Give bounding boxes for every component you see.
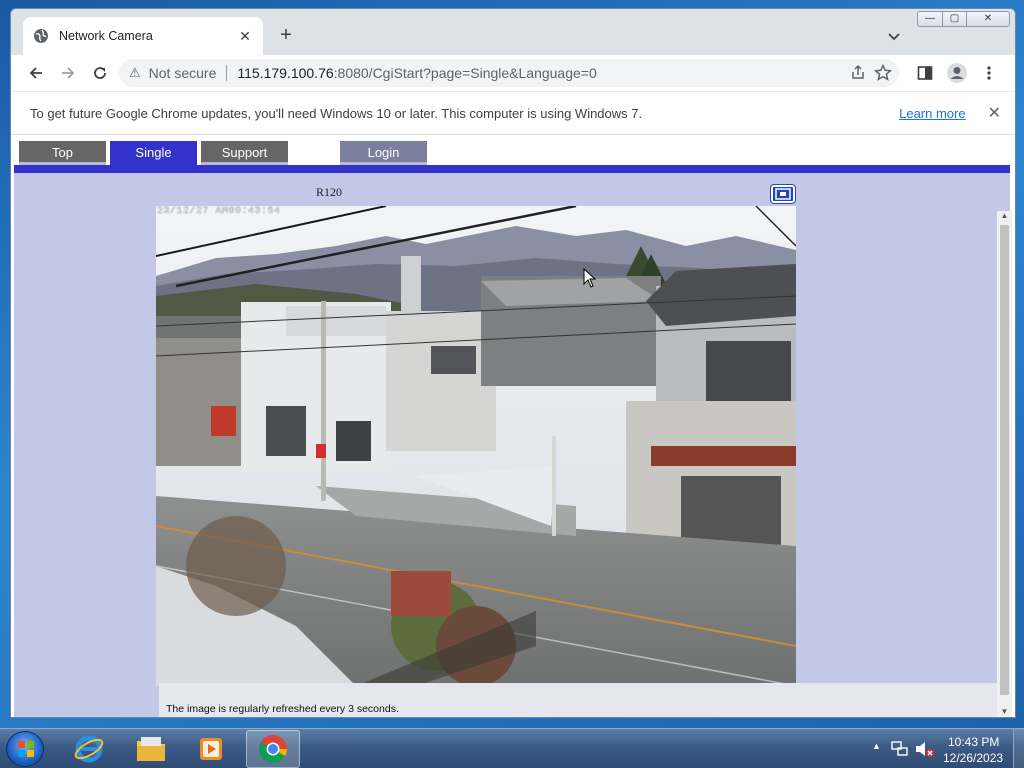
arrow-right-icon — [62, 67, 75, 79]
camera-content: R120 23/12/27 AM09:43:54 The image is re… — [14, 173, 1012, 717]
show-desktop-button[interactable] — [1013, 729, 1024, 768]
omnibox-separator — [226, 65, 228, 81]
fullscreen-icon — [775, 188, 791, 200]
scroll-down-icon[interactable]: ▼ — [997, 707, 1012, 716]
infobar-message: To get future Google Chrome updates, you… — [30, 105, 643, 121]
menu-button[interactable] — [975, 59, 1003, 87]
kebab-menu-icon — [987, 66, 991, 80]
windows-logo-icon — [18, 741, 34, 757]
tab-title: Network Camera — [59, 29, 153, 43]
back-button[interactable] — [22, 59, 50, 87]
share-icon[interactable] — [849, 63, 869, 83]
security-label[interactable]: Not secure — [149, 65, 217, 81]
clock-time[interactable]: 10:43 PM — [948, 735, 999, 749]
tray-expand-icon[interactable]: ▲ — [872, 741, 881, 751]
camera-scene — [156, 206, 796, 686]
scroll-up-icon[interactable]: ▲ — [997, 211, 1012, 220]
internet-explorer-icon — [74, 735, 104, 763]
infobar-close-icon[interactable]: ✕ — [988, 103, 1001, 123]
arrow-left-icon — [29, 67, 42, 79]
profile-button[interactable] — [943, 59, 971, 87]
taskbar-ie[interactable] — [62, 730, 116, 768]
browser-toolbar: ⚠ Not secure 115.179.100.76:8080/CgiStar… — [11, 55, 1015, 91]
warning-triangle-icon[interactable]: ⚠ — [129, 65, 141, 81]
nav-tab-top[interactable]: Top — [19, 141, 106, 165]
mouse-cursor-icon — [583, 268, 597, 288]
camera-page: Top Single Support Login R120 23/12/27 A… — [11, 135, 1015, 717]
network-icon[interactable] — [890, 739, 910, 759]
update-infobar: To get future Google Chrome updates, you… — [11, 91, 1015, 135]
folder-icon — [137, 737, 165, 761]
learn-more-link[interactable]: Learn more — [899, 106, 965, 121]
chrome-window: Network Camera ✕ + — ▢ ✕ ⚠ Not secure 11… — [10, 8, 1016, 718]
fullscreen-button[interactable] — [770, 184, 796, 204]
close-window-button[interactable]: ✕ — [966, 11, 1010, 27]
chevron-down-icon[interactable] — [883, 25, 905, 47]
maximize-button[interactable]: ▢ — [942, 11, 967, 27]
url-host: 115.179.100.76 — [237, 65, 334, 81]
refresh-note: The image is regularly refreshed every 3… — [166, 703, 399, 715]
camera-live-image[interactable]: 23/12/27 AM09:43:54 — [156, 206, 796, 686]
title-bar: Network Camera ✕ + — ▢ ✕ — [11, 9, 1015, 55]
start-button[interactable] — [6, 731, 44, 767]
media-player-icon — [200, 738, 222, 760]
volume-muted-icon[interactable] — [914, 739, 936, 759]
scroll-thumb[interactable] — [1000, 225, 1009, 695]
reload-button[interactable] — [86, 59, 114, 87]
scrollbar[interactable]: ▲ ▼ — [997, 211, 1012, 717]
globe-icon — [34, 29, 48, 43]
taskbar-media-player[interactable] — [184, 730, 238, 768]
nav-tab-support[interactable]: Support — [201, 141, 288, 165]
browser-tab[interactable]: Network Camera ✕ — [23, 17, 263, 55]
minimize-button[interactable]: — — [917, 11, 943, 27]
camera-timestamp: 23/12/27 AM09:43:54 — [157, 206, 281, 217]
taskbar-explorer[interactable] — [124, 730, 178, 768]
windows-taskbar: ▲ 10:43 PM 12/26/2023 — [0, 728, 1024, 768]
chrome-icon — [259, 735, 287, 763]
nav-tab-login[interactable]: Login — [340, 141, 427, 165]
new-tab-button[interactable]: + — [273, 23, 299, 49]
address-bar[interactable]: ⚠ Not secure 115.179.100.76:8080/CgiStar… — [119, 59, 899, 87]
side-panel-icon — [917, 66, 933, 80]
url-text[interactable]: 115.179.100.76:8080/CgiStart?page=Single… — [237, 65, 596, 81]
tab-close-icon[interactable]: ✕ — [237, 28, 253, 45]
clock-date[interactable]: 12/26/2023 — [943, 751, 1003, 765]
camera-title: R120 — [316, 185, 343, 199]
url-path: :8080/CgiStart?page=Single&Language=0 — [333, 65, 597, 81]
star-icon[interactable] — [873, 63, 893, 83]
taskbar-chrome[interactable] — [246, 730, 300, 768]
nav-divider — [14, 165, 1010, 173]
profile-icon — [947, 63, 967, 83]
reload-icon — [94, 67, 106, 79]
camera-nav: Top Single Support Login — [17, 141, 437, 171]
forward-button[interactable] — [54, 59, 82, 87]
side-panel-button[interactable] — [911, 59, 939, 87]
